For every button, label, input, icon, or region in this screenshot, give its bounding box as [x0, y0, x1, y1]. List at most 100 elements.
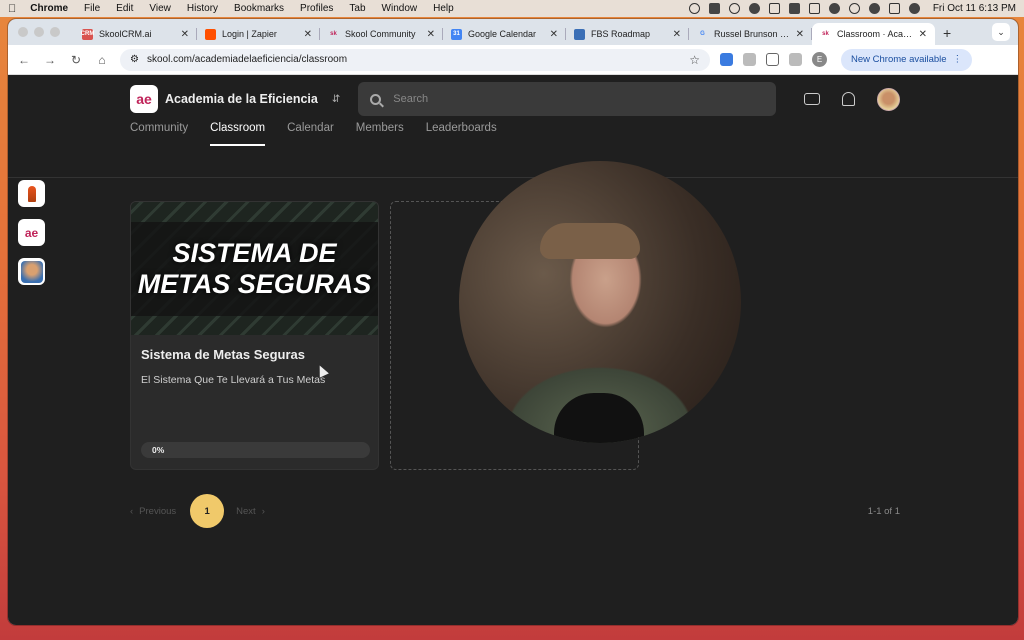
previous-page-button[interactable]: ‹ Previous	[130, 506, 176, 517]
menu-history[interactable]: History	[187, 3, 218, 14]
tab-russel-brunson[interactable]: G Russel Brunson f... ✕	[689, 23, 812, 45]
forward-arrow-icon[interactable]: →	[42, 53, 58, 67]
search-placeholder: Search	[393, 93, 429, 105]
calendar-favicon-icon: 31	[451, 28, 462, 40]
tab-title: Login | Zapier	[222, 29, 277, 39]
play-icon[interactable]	[728, 3, 740, 14]
notion-icon[interactable]	[708, 3, 720, 14]
tab-members[interactable]: Members	[356, 122, 404, 146]
browser-window: CRM SkoolCRM.ai ✕ Login | Zapier ✕ sk Sk…	[8, 19, 1018, 625]
time-machine-icon[interactable]	[848, 3, 860, 14]
control-center-icon[interactable]	[888, 3, 900, 14]
group-name[interactable]: Academia de la Eficiencia	[165, 92, 318, 106]
group-person-icon[interactable]	[18, 258, 45, 285]
macos-menubar:  Chrome File Edit View History Bookmark…	[0, 0, 1024, 17]
site-settings-icon[interactable]: ⚙	[130, 54, 139, 65]
chevron-updown-icon[interactable]: ⇵	[332, 94, 340, 105]
tab-close-icon[interactable]: ✕	[181, 29, 189, 40]
group-torch-icon[interactable]	[18, 180, 45, 207]
zapier-favicon-icon	[205, 28, 216, 40]
bell-icon[interactable]	[842, 92, 855, 106]
minimize-window-button[interactable]	[34, 27, 44, 37]
extensions-puzzle-icon[interactable]	[766, 53, 779, 66]
avatar[interactable]	[877, 87, 900, 111]
gear-icon[interactable]	[688, 3, 700, 14]
group-switcher-rail: ae	[18, 180, 45, 285]
search-input[interactable]: Search	[358, 82, 777, 116]
menubar-clock[interactable]: Fri Oct 11 6:13 PM	[933, 3, 1016, 14]
roadmap-favicon-icon	[574, 28, 585, 40]
tab-skoolcrm[interactable]: CRM SkoolCRM.ai ✕	[74, 23, 197, 45]
tab-community[interactable]: Community	[130, 122, 188, 146]
tab-classroom[interactable]: Classroom	[210, 122, 266, 146]
group-logo[interactable]: ae	[130, 85, 158, 113]
course-description: El Sistema Que Te Llevará a Tus Metas	[141, 374, 326, 386]
menu-bookmarks[interactable]: Bookmarks	[234, 3, 284, 14]
tab-google-calendar[interactable]: 31 Google Calendar ✕	[443, 23, 566, 45]
reading-list-icon[interactable]	[789, 53, 802, 66]
tab-skool-community[interactable]: sk Skool Community ✕	[320, 23, 443, 45]
extension-icon[interactable]	[720, 53, 733, 66]
tab-leaderboards[interactable]: Leaderboards	[426, 122, 497, 146]
chat-icon[interactable]	[804, 93, 820, 105]
siri-icon[interactable]	[908, 3, 920, 14]
home-icon[interactable]: ⌂	[94, 53, 110, 67]
menu-chrome[interactable]: Chrome	[30, 3, 68, 14]
tab-classroom[interactable]: sk Classroom · Acad... ✕	[812, 23, 935, 45]
menu-profiles[interactable]: Profiles	[300, 3, 333, 14]
extension-icon[interactable]	[743, 53, 756, 66]
tab-zapier[interactable]: Login | Zapier ✕	[197, 23, 320, 45]
dropbox-icon[interactable]	[768, 3, 780, 14]
tab-close-icon[interactable]: ✕	[919, 29, 927, 40]
back-arrow-icon[interactable]: ←	[16, 53, 32, 67]
tab-close-icon[interactable]: ✕	[550, 29, 558, 40]
close-window-button[interactable]	[18, 27, 28, 37]
menu-help[interactable]: Help	[433, 3, 454, 14]
reload-icon[interactable]: ↻	[68, 53, 84, 67]
skool-page: ae ae Academia de la Eficiencia ⇵ Search…	[8, 76, 1018, 625]
course-title: Sistema de Metas Seguras	[141, 347, 306, 362]
record-icon[interactable]	[748, 3, 760, 14]
menu-window[interactable]: Window	[382, 3, 418, 14]
address-bar[interactable]: ⚙ skool.com/academiadelaeficiencia/class…	[120, 48, 710, 71]
skool-favicon-icon: sk	[330, 31, 337, 37]
menu-edit[interactable]: Edit	[116, 3, 133, 14]
course-thumbnail: SISTEMA DE METAS SEGURAS	[131, 202, 378, 335]
group-header: ae Academia de la Eficiencia ⇵ Search	[130, 82, 900, 116]
new-tab-button[interactable]: +	[935, 23, 959, 45]
tab-close-icon[interactable]: ✕	[796, 29, 804, 40]
tab-title: Classroom · Acad...	[837, 29, 913, 39]
tab-title: Skool Community	[345, 29, 416, 39]
browser-toolbar: ← → ↻ ⌂ ⚙ skool.com/academiadelaeficienc…	[8, 45, 1018, 625]
tab-close-icon[interactable]: ✕	[673, 29, 681, 40]
tab-calendar[interactable]: Calendar	[287, 122, 334, 146]
tab-close-icon[interactable]: ✕	[304, 29, 312, 40]
tab-fbs-roadmap[interactable]: FBS Roadmap ✕	[566, 23, 689, 45]
menu-view[interactable]: View	[149, 3, 171, 14]
new-chrome-label: New Chrome available	[851, 54, 947, 65]
wifi-icon[interactable]	[828, 3, 840, 14]
bluetooth-icon[interactable]	[788, 3, 800, 14]
page-number-button[interactable]: 1	[190, 494, 225, 528]
maximize-window-button[interactable]	[50, 27, 60, 37]
url-text[interactable]: skool.com/academiadelaeficiencia/classro…	[147, 54, 681, 65]
menu-file[interactable]: File	[84, 3, 100, 14]
pagination-count: 1-1 of 1	[867, 505, 900, 517]
search-icon[interactable]	[868, 3, 880, 14]
bookmark-star-icon[interactable]: ☆	[689, 53, 700, 67]
webcam-overlay	[459, 161, 741, 443]
apple-icon[interactable]: 	[8, 3, 16, 15]
google-favicon-icon: G	[700, 31, 705, 37]
menu-tab[interactable]: Tab	[349, 3, 365, 14]
group-ae-icon[interactable]: ae	[18, 219, 45, 246]
profile-avatar[interactable]: E	[812, 52, 827, 67]
battery-icon[interactable]	[808, 3, 820, 14]
course-card[interactable]: SISTEMA DE METAS SEGURAS Sistema de Meta…	[130, 201, 379, 470]
tab-title: FBS Roadmap	[591, 29, 651, 39]
tab-title: SkoolCRM.ai	[99, 29, 152, 39]
next-page-button[interactable]: Next ›	[236, 506, 265, 517]
course-progress-bar: 0%	[141, 442, 370, 458]
tab-search-chevron-icon[interactable]: ⌄	[992, 23, 1010, 41]
new-chrome-available-button[interactable]: New Chrome available ⋮	[841, 48, 973, 71]
tab-close-icon[interactable]: ✕	[427, 29, 435, 40]
